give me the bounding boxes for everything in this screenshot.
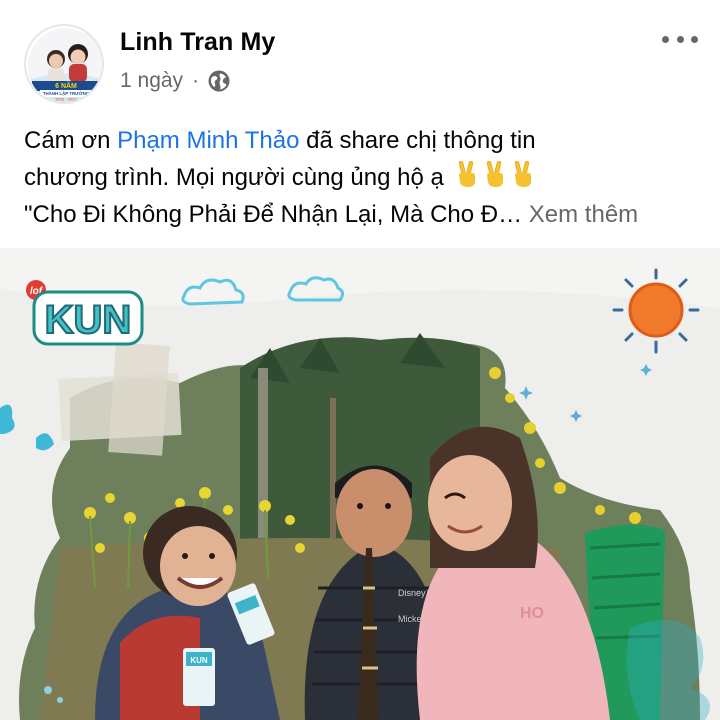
- text-line-2: chương trình. Mọi người cùng ủng hộ ạ: [24, 164, 444, 191]
- text-line-3: "Cho Đi Không Phải Để Nhận Lại, Mà Cho Đ…: [24, 201, 523, 228]
- globe-icon[interactable]: [207, 69, 231, 93]
- text-suffix: đã share chị thông tin: [299, 127, 536, 154]
- victory-hand-icon: [458, 161, 475, 187]
- avatar-banner-subtext: THÀNH LẬP TRƯỜNG: [43, 91, 90, 96]
- brand-logo-text: KUN: [45, 298, 132, 342]
- post-text: Cám ơn Phạm Minh Thảo đã share chị thông…: [24, 122, 704, 233]
- post-time[interactable]: 1 ngày: [120, 69, 183, 93]
- post-text-line-1: Cám ơn Phạm Minh Thảo đã share chị thông…: [24, 122, 704, 159]
- text-prefix: Cám ơn: [24, 127, 118, 154]
- milk-box-label: KUN: [190, 656, 208, 665]
- see-more-link[interactable]: Xem thêm: [529, 201, 638, 228]
- post-header: 6 NĂM THÀNH LẬP TRƯỜNG 2016 - 2022 Linh …: [0, 0, 720, 112]
- author-name[interactable]: Linh Tran My: [120, 28, 275, 57]
- mention-link[interactable]: Phạm Minh Thảo: [117, 127, 299, 154]
- more-dot: [676, 35, 684, 43]
- promo-photo: KUN Disney Mickey HO lof KUN: [0, 248, 720, 720]
- avatar-banner-text: 6 NĂM: [55, 81, 77, 90]
- more-dot: [691, 35, 698, 43]
- more-dot: [662, 35, 669, 43]
- meta-separator: ·: [192, 69, 200, 92]
- post-text-line-3: "Cho Đi Không Phải Để Nhận Lại, Mà Cho Đ…: [24, 196, 704, 233]
- post-text-line-2: chương trình. Mọi người cùng ủng hộ ạ: [24, 159, 704, 196]
- avatar-years: 2016 - 2022: [55, 97, 77, 102]
- post-meta: 1 ngày ·: [120, 67, 231, 95]
- more-options-icon[interactable]: [662, 26, 698, 52]
- avatar[interactable]: 6 NĂM THÀNH LẬP TRƯỜNG 2016 - 2022: [24, 24, 104, 104]
- avatar-image: 6 NĂM THÀNH LẬP TRƯỜNG 2016 - 2022: [28, 28, 102, 102]
- jacket-text: Disney: [398, 588, 426, 598]
- post-image[interactable]: KUN Disney Mickey HO lof KUN: [0, 248, 720, 720]
- hoodie-text: HO: [520, 605, 544, 622]
- victory-hand-icon: [486, 161, 503, 187]
- victory-hand-icon: [514, 161, 531, 187]
